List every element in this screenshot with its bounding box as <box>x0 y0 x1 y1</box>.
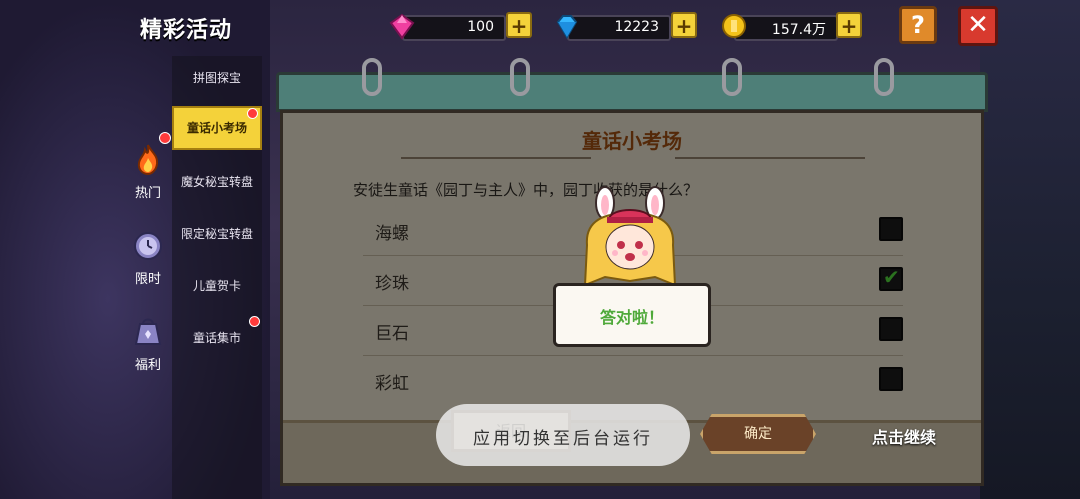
blue-diamond-value: 12223 <box>614 19 659 35</box>
pink-gem-icon <box>389 13 415 40</box>
blue-diamond-counter: 12223 + <box>553 12 699 41</box>
background-trees <box>980 0 1080 499</box>
activity-item-puzzle[interactable]: 拼图探宝 <box>172 56 262 100</box>
binder-ring <box>362 58 382 96</box>
clock-icon <box>134 232 162 260</box>
help-button[interactable]: ? <box>899 6 937 44</box>
system-toast-text: 应用切换至后台运行 <box>473 429 653 449</box>
page-title: 精彩活动 <box>140 18 233 43</box>
tap-to-continue[interactable]: 点击继续 <box>872 424 936 448</box>
gold-coin-icon <box>722 14 746 38</box>
fire-icon <box>137 144 159 176</box>
blue-diamond-icon <box>556 15 578 39</box>
confirm-button[interactable]: 确定 <box>700 414 816 454</box>
activity-item-kids-card[interactable]: 儿童贺卡 <box>172 264 262 308</box>
category-welfare-label: 福利 <box>134 358 161 373</box>
binder-ring <box>510 58 530 96</box>
correct-answer-text: 答对啦！ <box>599 308 664 327</box>
category-hot-badge <box>159 132 171 144</box>
activity-item-limited-wheel[interactable]: 限定秘宝转盘 <box>172 212 262 256</box>
close-button[interactable]: ✕ <box>958 6 998 46</box>
blue-diamond-plus-button[interactable]: + <box>671 12 697 38</box>
gold-coin-counter: 157.4万 + <box>720 12 866 41</box>
activity-item-fairy-market-badge <box>249 316 260 327</box>
gift-bag-icon <box>134 318 162 345</box>
activity-item-fairy-market[interactable]: 童话集市 <box>172 316 262 360</box>
binder-ring <box>722 58 742 96</box>
activity-item-fairy-quiz[interactable]: 童话小考场 <box>172 106 262 150</box>
system-toast: 应用切换至后台运行 <box>436 404 690 466</box>
category-hot[interactable]: 热门 <box>124 142 172 201</box>
pink-gem-plus-button[interactable]: + <box>506 12 532 38</box>
activity-item-fairy-quiz-badge <box>247 108 258 119</box>
activity-list: 拼图探宝 童话小考场 魔女秘宝转盘 限定秘宝转盘 儿童贺卡 童话集市 <box>172 56 262 499</box>
category-limited-label: 限时 <box>134 272 161 287</box>
pink-gem-value: 100 <box>467 19 494 35</box>
activity-item-fairy-quiz-label: 童话小考场 <box>186 121 247 135</box>
speech-bubble: 答对啦！ <box>553 283 711 347</box>
gold-coin-value: 157.4万 <box>771 22 826 38</box>
mascot-character <box>583 186 677 287</box>
category-welfare[interactable]: 福利 <box>124 314 172 373</box>
binder-ring <box>874 58 894 96</box>
activity-item-witch-wheel[interactable]: 魔女秘宝转盘 <box>172 160 262 204</box>
activity-item-fairy-market-label: 童话集市 <box>192 331 241 345</box>
category-limited[interactable]: 限时 <box>124 228 172 287</box>
pink-gem-counter: 100 + <box>388 12 534 41</box>
gold-coin-plus-button[interactable]: + <box>836 12 862 38</box>
category-hot-label: 热门 <box>134 186 161 201</box>
